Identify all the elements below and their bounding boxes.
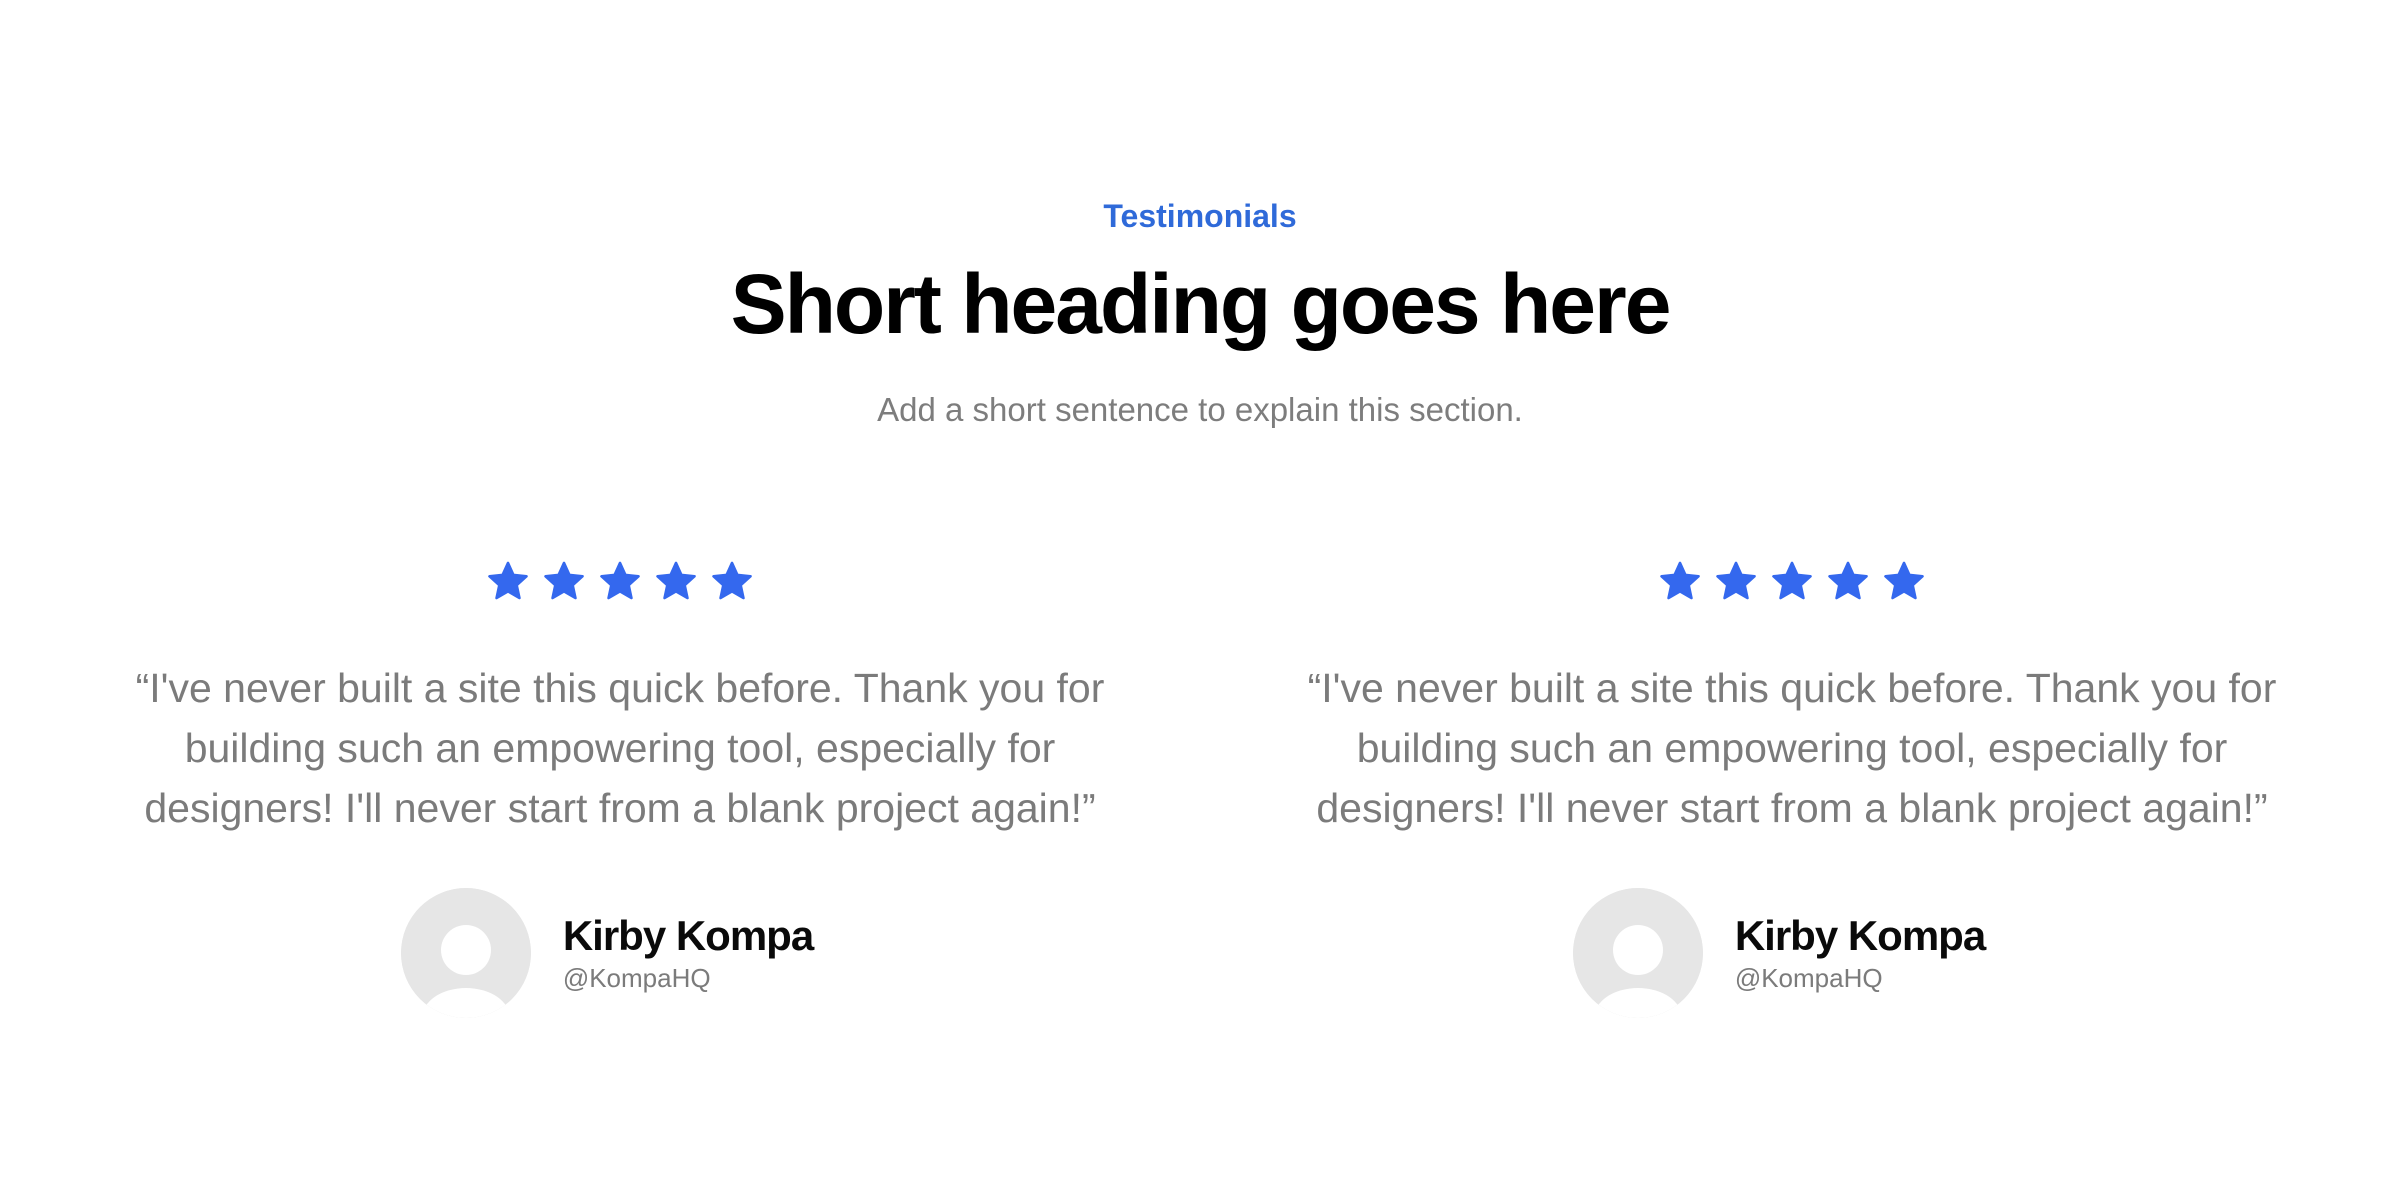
user-avatar-placeholder-icon [1572,888,1703,1018]
testimonial-card: “I've never built a site this quick befo… [90,556,1150,1036]
testimonial-quote: “I've never built a site this quick befo… [1307,665,2277,831]
star-icon [488,561,528,600]
author-handle: @KompaHQ [562,963,711,993]
testimonial-card: “I've never built a site this quick befo… [1262,556,2322,1036]
star-icon [656,561,696,600]
testimonial-author: Kirby Kompa @KompaHQ [1262,888,2322,1018]
section-eyebrow: Testimonials [1103,198,1297,234]
testimonial-author: Kirby Kompa @KompaHQ [90,888,1150,1018]
star-icon [1772,561,1812,600]
user-avatar-placeholder-icon [400,888,531,1018]
star-icon [1884,561,1924,600]
author-name: Kirby Kompa [1734,912,1986,959]
star-rating [90,560,1150,604]
star-icon [1828,561,1868,600]
author-name: Kirby Kompa [562,912,814,959]
star-icon [712,561,752,600]
testimonial-quote: “I've never built a site this quick befo… [135,665,1105,831]
author-handle: @KompaHQ [1734,963,1883,993]
star-icon [1716,561,1756,600]
star-icon [1660,561,1700,600]
section-title: Short heading goes here [730,257,1672,351]
section-subtitle: Add a short sentence to explain this sec… [877,391,1523,428]
star-rating [1262,560,2322,604]
star-icon [544,561,584,600]
star-icon [600,561,640,600]
testimonials-section: Testimonials Short heading goes here Add… [0,0,2400,1204]
